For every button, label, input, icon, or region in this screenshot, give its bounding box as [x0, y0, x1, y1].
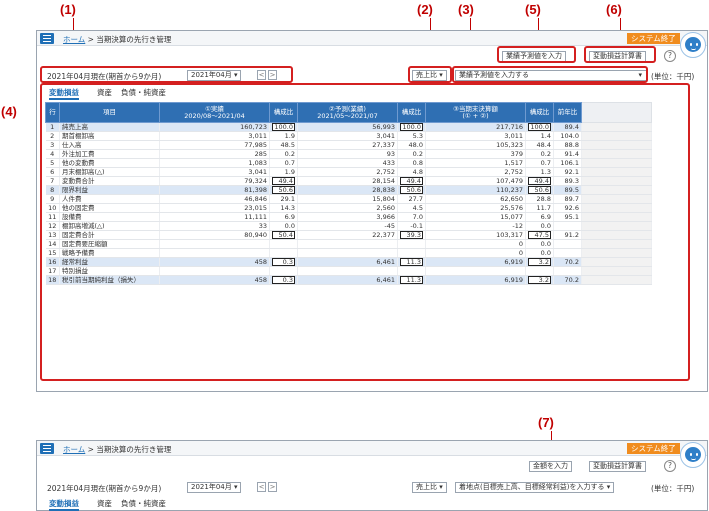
callout-6: (6): [606, 2, 622, 17]
menu-icon-2[interactable]: [40, 443, 54, 454]
help-icon[interactable]: ?: [664, 50, 676, 62]
tab-assets-2[interactable]: 資産: [97, 498, 112, 509]
tab-variable-pl-2[interactable]: 変動損益: [49, 498, 79, 511]
prev-month-button-2[interactable]: <: [257, 482, 266, 492]
breadcrumb-current: 当期決算の先行き管理: [96, 35, 172, 44]
breadcrumb-separator: >: [87, 35, 94, 44]
variable-pl-button-2[interactable]: 変動損益計算書: [589, 461, 646, 472]
target-input-select[interactable]: 着地点(目標売上高、目標経常利益)を入力する ▾: [455, 482, 615, 493]
callout-5: (5): [525, 2, 541, 17]
ratio-select-2[interactable]: 売上比 ▾: [412, 482, 447, 493]
amount-input-button[interactable]: 金額を入力: [529, 461, 572, 472]
callout-1: (1): [60, 2, 76, 17]
breadcrumb-home-2[interactable]: ホーム: [63, 445, 85, 454]
unit-label: (単位：千円): [651, 72, 695, 81]
breadcrumb-2: ホーム > 当期決算の先行き管理: [63, 444, 171, 455]
unit-label-2: (単位：千円): [651, 484, 695, 493]
month-select-2[interactable]: 2021年04月 ▾: [187, 482, 242, 493]
assistant-avatar-icon[interactable]: [680, 32, 706, 58]
top-bar: ホーム > 当期決算の先行き管理 システム終了: [37, 31, 707, 46]
secondary-window: ホーム > 当期決算の先行き管理 システム終了 金額を入力 変動損益計算書 ? …: [36, 440, 708, 511]
menu-icon[interactable]: [40, 33, 54, 44]
period-label-2: 2021年04月現在(期首から9か月): [47, 484, 162, 493]
callout-7: (7): [538, 415, 554, 430]
next-month-button-2[interactable]: >: [268, 482, 277, 492]
breadcrumb-separator-2: >: [87, 445, 94, 454]
callout-2: (2): [417, 2, 433, 17]
help-icon-2[interactable]: ?: [664, 460, 676, 472]
system-exit-button-2[interactable]: システム終了: [627, 443, 680, 454]
callout-4: (4): [1, 104, 17, 119]
callout-3: (3): [458, 2, 474, 17]
assistant-avatar-icon-2[interactable]: [680, 442, 706, 468]
top-bar-2: ホーム > 当期決算の先行き管理 システム終了: [37, 441, 707, 456]
breadcrumb-home[interactable]: ホーム: [63, 35, 85, 44]
breadcrumb: ホーム > 当期決算の先行き管理: [63, 34, 171, 45]
system-exit-button[interactable]: システム終了: [627, 33, 680, 44]
breadcrumb-current-2: 当期決算の先行き管理: [96, 445, 172, 454]
tab-liabilities-2[interactable]: 負債・純資産: [121, 498, 166, 509]
